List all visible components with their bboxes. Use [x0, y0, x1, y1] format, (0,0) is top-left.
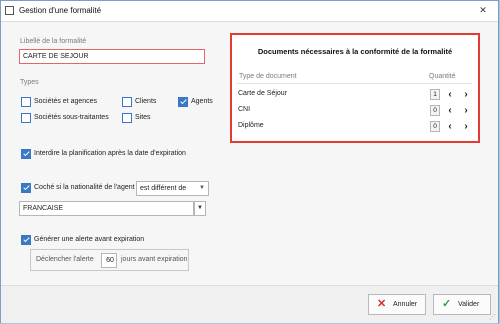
nationalite-checkbox[interactable]	[21, 183, 31, 193]
sous-traitantes-label: Sociétés sous-traitantes	[34, 114, 109, 121]
app-icon	[5, 6, 14, 15]
increase-icon[interactable]: ›	[460, 88, 472, 101]
clients-checkbox[interactable]	[122, 97, 132, 107]
decrease-icon[interactable]: ‹	[444, 120, 456, 133]
sous-traitantes-checkbox[interactable]	[21, 113, 31, 123]
validate-button[interactable]: ✓ Valider	[433, 294, 491, 315]
title-bar: Gestion d'une formalité ✕	[1, 1, 498, 22]
nationalite-dropdown-icon[interactable]: ▼	[194, 201, 206, 216]
col-type-header: Type de document	[239, 73, 297, 80]
cancel-label: Annuler	[393, 301, 418, 308]
document-name: Carte de Séjour	[238, 90, 288, 97]
operator-select[interactable]: est différent de ▼	[136, 181, 209, 196]
documents-panel: Documents nécessaires à la conformité de…	[230, 33, 480, 143]
window-title: Gestion d'une formalité	[19, 6, 102, 15]
increase-icon[interactable]: ›	[460, 104, 472, 117]
agents-checkbox[interactable]	[178, 97, 188, 107]
alerte-checkbox[interactable]	[21, 235, 31, 245]
document-name: CNI	[238, 106, 251, 113]
document-qty: 0	[430, 121, 440, 132]
interdire-label: Interdire la planification après la date…	[34, 150, 186, 157]
col-qty-header: Quantité	[429, 73, 456, 80]
resize-grip-icon[interactable]: ⋰	[489, 313, 496, 321]
chevron-down-icon: ▼	[199, 185, 205, 191]
operator-value: est différent de	[140, 185, 187, 192]
close-icon[interactable]: ✕	[472, 4, 494, 17]
check-icon: ✓	[442, 298, 452, 310]
formality-dialog: Gestion d'une formalité ✕ Libellé de la …	[0, 0, 499, 323]
cancel-icon: ✕	[377, 298, 387, 310]
document-row: Diplôme 0 ‹ ›	[236, 119, 472, 134]
societes-agences-label: Sociétés et agences	[34, 98, 98, 105]
alerte-group: Déclencher l'alerte 60 jours avant expir…	[30, 249, 189, 271]
decrease-icon[interactable]: ‹	[444, 88, 456, 101]
alerte-days-input[interactable]: 60	[101, 253, 117, 268]
document-qty: 1	[430, 89, 440, 100]
document-row: Carte de Séjour 1 ‹ ›	[236, 87, 472, 102]
types-label: Types	[20, 79, 39, 86]
alerte-suffix: jours avant expiration	[121, 256, 188, 263]
document-qty: 0	[430, 105, 440, 116]
decrease-icon[interactable]: ‹	[444, 104, 456, 117]
header-divider	[236, 83, 472, 84]
documents-title: Documents nécessaires à la conformité de…	[257, 47, 453, 56]
libelle-label: Libellé de la formalité	[20, 38, 87, 45]
clients-label: Clients	[135, 98, 157, 105]
document-row: CNI 0 ‹ ›	[236, 103, 472, 118]
societes-agences-checkbox[interactable]	[21, 97, 31, 107]
sites-checkbox[interactable]	[122, 113, 132, 123]
cancel-button[interactable]: ✕ Annuler	[368, 294, 426, 315]
document-name: Diplôme	[238, 122, 264, 129]
agents-label: Agents	[191, 98, 213, 105]
dialog-footer: ✕ Annuler ✓ Valider ⋰	[1, 285, 498, 323]
interdire-checkbox[interactable]	[21, 149, 31, 159]
alerte-label: Générer une alerte avant expiration	[34, 236, 145, 243]
increase-icon[interactable]: ›	[460, 120, 472, 133]
sites-label: Sites	[135, 114, 151, 121]
validate-label: Valider	[458, 301, 480, 308]
nationalite-label: Coché si la nationalité de l'agent	[34, 184, 135, 191]
nationalite-input[interactable]: FRANCAISE	[19, 201, 194, 216]
alerte-prefix: Déclencher l'alerte	[36, 256, 94, 263]
libelle-input[interactable]: CARTE DE SEJOUR	[19, 49, 205, 64]
